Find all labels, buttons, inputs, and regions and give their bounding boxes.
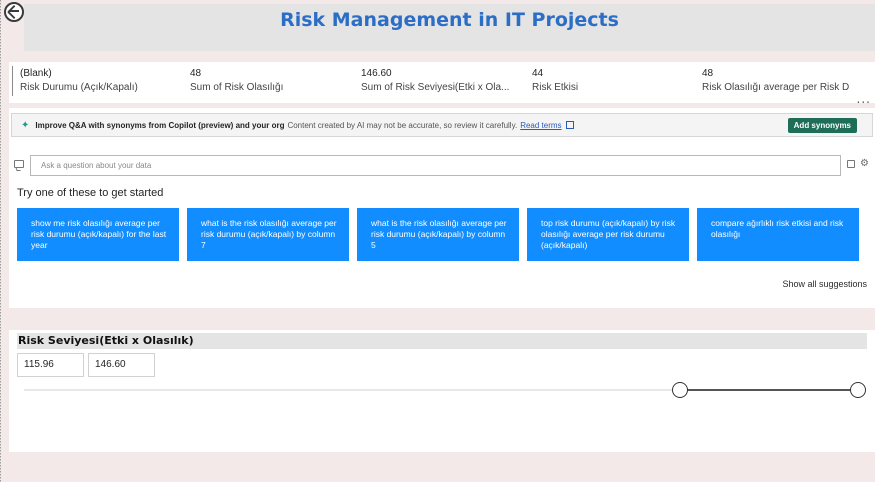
card-value: 44	[532, 68, 544, 79]
card-value: 146.60	[361, 68, 392, 79]
sparkle-icon: ✦	[21, 119, 30, 131]
slider-selected-range	[680, 389, 858, 391]
slider-start-handle[interactable]	[672, 382, 689, 398]
card-label: Risk Olasılığı average per Risk D	[702, 82, 850, 93]
slicer-max-input[interactable]: 146.60	[88, 353, 155, 377]
canvas-left-border	[0, 0, 1, 482]
show-all-suggestions-link[interactable]: Show all suggestions	[782, 279, 867, 289]
suggestion-button[interactable]: what is the risk olasılığı average per r…	[357, 208, 519, 261]
card-risk-durumu: (Blank) Risk Durumu (Açık/Kapalı)	[20, 67, 138, 95]
qa-visual: ✦ Improve Q&A with synonyms from Copilot…	[9, 108, 875, 308]
card-label: Sum of Risk Olasılığı	[190, 82, 284, 93]
try-suggestions-label: Try one of these to get started	[17, 187, 164, 199]
settings-icon[interactable]: ⚙	[860, 158, 869, 169]
card-label: Risk Etkisi	[532, 82, 579, 93]
card-sum-risk-olasiligi: 48 Sum of Risk Olasılığı	[190, 67, 283, 95]
suggestion-button[interactable]: top risk durumu (açık/kapalı) by risk ol…	[527, 208, 689, 261]
card-divider	[12, 66, 13, 96]
external-link-icon[interactable]	[565, 121, 574, 129]
more-options-icon[interactable]: ...	[857, 92, 871, 106]
chat-icon	[14, 160, 24, 168]
suggestion-button[interactable]: what is the risk olasılığı average per r…	[187, 208, 349, 261]
card-value: 48	[190, 68, 202, 79]
copilot-banner: ✦ Improve Q&A with synonyms from Copilot…	[11, 113, 873, 137]
range-slicer: Risk Seviyesi(Etki x Olasılık) 115.96 14…	[9, 330, 875, 452]
suggestion-button[interactable]: show me risk olasılığı average per risk …	[17, 208, 179, 261]
app-logo-icon	[4, 2, 24, 22]
slider-end-handle[interactable]	[850, 382, 866, 398]
page-title: Risk Management in IT Projects	[280, 8, 619, 31]
slicer-title: Risk Seviyesi(Etki x Olasılık)	[17, 333, 867, 349]
card-value: (Blank)	[20, 68, 52, 79]
card-label: Sum of Risk Seviyesi(Etki x Ola...	[361, 82, 510, 93]
banner-note: Content created by AI may not be accurat…	[287, 120, 518, 130]
card-value: 48	[702, 68, 714, 79]
suggestion-button[interactable]: compare ağırlıklı risk etkisi and risk o…	[697, 208, 859, 261]
chat-bubble-icon[interactable]	[847, 160, 855, 168]
add-synonyms-button[interactable]: Add synonyms	[787, 118, 857, 133]
card-sum-risk-seviyesi: 146.60 Sum of Risk Seviyesi(Etki x Ola..…	[361, 67, 509, 95]
slicer-min-input[interactable]: 115.96	[17, 353, 84, 377]
banner-title: Improve Q&A with synonyms from Copilot (…	[35, 120, 285, 130]
card-risk-etkisi: 44 Risk Etkisi	[532, 67, 578, 95]
title-banner: Risk Management in IT Projects	[24, 4, 875, 51]
ask-question-input[interactable]: Ask a question about your data	[30, 155, 841, 176]
card-label: Risk Durumu (Açık/Kapalı)	[20, 82, 138, 93]
multi-row-card: (Blank) Risk Durumu (Açık/Kapalı) 48 Sum…	[9, 62, 875, 103]
read-terms-link[interactable]: Read terms	[520, 121, 561, 130]
card-risk-olasiligi-average: 48 Risk Olasılığı average per Risk D	[702, 67, 865, 95]
